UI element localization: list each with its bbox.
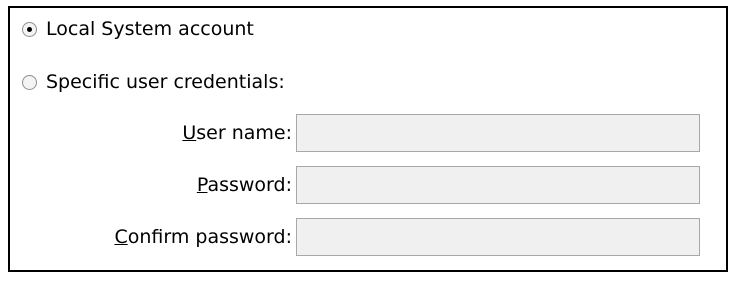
confirm-password-accelerator: C: [114, 226, 128, 248]
local-system-radio-button[interactable]: [22, 21, 37, 37]
confirm-password-row: Confirm password:: [10, 218, 730, 256]
confirm-password-label-rest: onfirm password:: [127, 226, 292, 248]
user-name-input[interactable]: [296, 114, 700, 152]
specific-user-radio-button[interactable]: [22, 74, 37, 90]
specific-user-credentials-option[interactable]: Specific user credentials:: [22, 69, 285, 95]
user-name-row: User name:: [10, 114, 730, 152]
radio-selected-dot: [27, 26, 32, 32]
user-name-accelerator: U: [182, 122, 197, 144]
user-name-label-rest: ser name:: [196, 122, 292, 144]
confirm-password-label: Confirm password:: [114, 218, 292, 256]
password-label: Password:: [197, 166, 292, 204]
password-label-rest: assword:: [207, 174, 292, 196]
password-row: Password:: [10, 166, 730, 204]
user-name-label: User name:: [182, 114, 292, 152]
specific-user-credentials-label[interactable]: Specific user credentials:: [46, 69, 285, 95]
account-settings-panel: Local System account Specific user crede…: [8, 6, 728, 272]
local-system-account-option[interactable]: Local System account: [22, 16, 254, 42]
local-system-account-label[interactable]: Local System account: [46, 16, 254, 42]
password-accelerator: P: [196, 174, 208, 196]
password-input[interactable]: [296, 166, 700, 204]
confirm-password-input[interactable]: [296, 218, 700, 256]
